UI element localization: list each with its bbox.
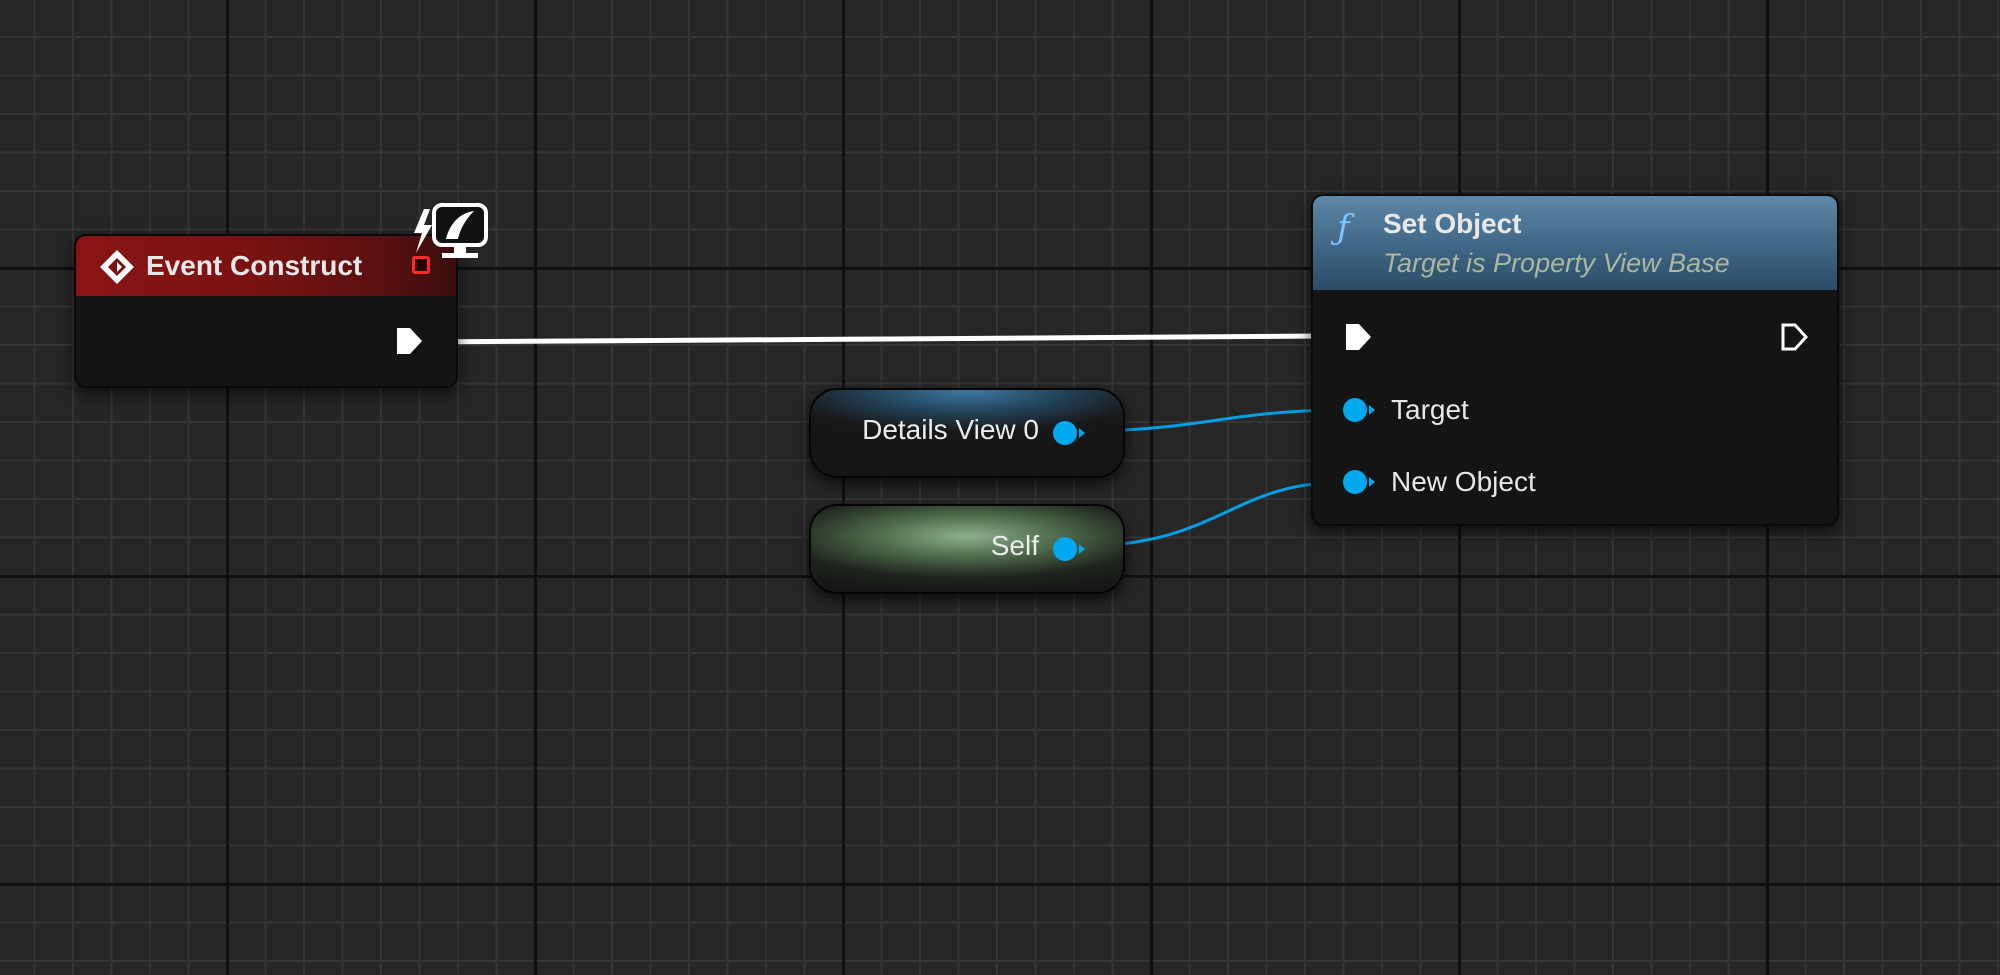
set-object-subtitle: Target is Property View Base	[1383, 248, 1730, 278]
client-only-icon	[414, 203, 488, 258]
set-object-header[interactable]: ƒ Set Object Target is Property View Bas…	[1313, 196, 1837, 290]
set-object-exec-in-pin[interactable]	[1343, 322, 1373, 352]
new-object-pin-label: New Object	[1391, 466, 1536, 497]
self-output-pin[interactable]	[1051, 534, 1087, 564]
function-icon: ƒ	[1337, 208, 1350, 248]
target-pin-label: Target	[1391, 394, 1469, 425]
set-object-title: Set Object	[1383, 208, 1522, 239]
set-object-node[interactable]: ƒ Set Object Target is Property View Bas…	[1311, 194, 1839, 526]
exec-wire	[417, 333, 1323, 345]
new-object-input-pin[interactable]	[1341, 467, 1377, 497]
set-object-exec-out-pin[interactable]	[1779, 322, 1809, 352]
event-construct-node[interactable]: Event Construct	[74, 234, 458, 388]
event-construct-header[interactable]: Event Construct	[76, 236, 456, 296]
details-view-label: Details View 0	[862, 414, 1039, 445]
event-diamond-icon	[100, 250, 134, 284]
self-variable-node[interactable]: Self	[809, 504, 1125, 594]
event-construct-title: Event Construct	[146, 250, 363, 281]
details-view-output-pin[interactable]	[1051, 418, 1087, 448]
event-exec-out-pin[interactable]	[394, 326, 424, 356]
self-label: Self	[990, 530, 1039, 561]
target-input-pin[interactable]	[1341, 395, 1377, 425]
details-view-variable-node[interactable]: Details View 0	[809, 388, 1125, 478]
